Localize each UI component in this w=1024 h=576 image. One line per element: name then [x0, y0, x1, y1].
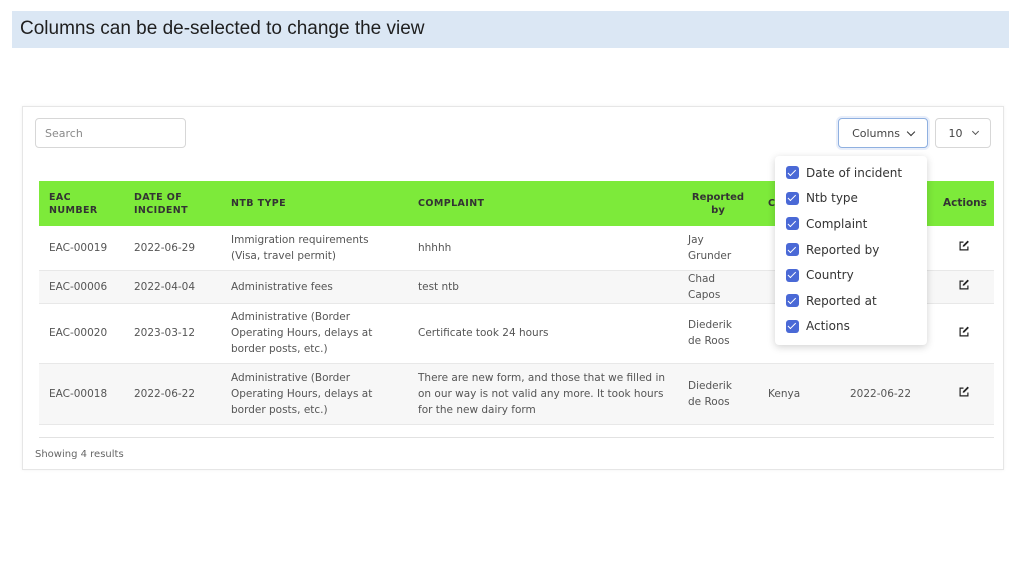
- columns-toggle-button[interactable]: Columns: [838, 118, 928, 148]
- column-toggle-actions[interactable]: Actions: [775, 314, 927, 340]
- column-toggle-label: Country: [806, 268, 854, 283]
- cell-ntb-type: Administrative fees: [221, 270, 408, 304]
- column-toggle-reported-at[interactable]: Reported at: [775, 288, 927, 314]
- column-toggle-label: Reported at: [806, 293, 877, 308]
- search-input[interactable]: [35, 118, 186, 148]
- checkbox-checked-icon[interactable]: [786, 166, 799, 180]
- cell-reported-by: Chad Capos: [678, 270, 758, 304]
- column-toggle-reported-by[interactable]: Reported by: [775, 237, 927, 263]
- checkbox-checked-icon[interactable]: [786, 294, 799, 308]
- columns-dropdown-menu: Date of incident Ntb type Complaint Repo…: [775, 156, 927, 345]
- chevron-down-icon: [971, 127, 979, 136]
- cell-eac-number: EAC-00020: [39, 303, 124, 364]
- cell-complaint: test ntb: [408, 270, 678, 304]
- checkbox-checked-icon[interactable]: [786, 243, 799, 257]
- cell-actions: [933, 303, 994, 364]
- column-header-date-of-incident[interactable]: DATE OF INCIDENT: [124, 181, 221, 226]
- checkbox-checked-icon[interactable]: [786, 217, 799, 231]
- column-header-reported-by[interactable]: Reported by: [678, 181, 758, 226]
- cell-reported-at: 2022-06-22: [840, 363, 933, 425]
- edit-icon[interactable]: [958, 385, 970, 397]
- checkbox-checked-icon[interactable]: [786, 268, 799, 282]
- cell-ntb-type: Administrative (Border Operating Hours, …: [221, 303, 408, 364]
- slide-title: Columns can be de-selected to change the…: [20, 18, 425, 39]
- cell-complaint: Certificate took 24 hours: [408, 303, 678, 364]
- cell-reported-by: Diederik de Roos: [678, 303, 758, 364]
- column-header-actions: Actions: [943, 197, 987, 209]
- cell-date: 2022-06-22: [124, 363, 221, 425]
- column-header-eac-number[interactable]: EAC NUMBER: [39, 181, 124, 226]
- column-header-ntb-type[interactable]: NTB TYPE: [221, 181, 408, 226]
- cell-actions: [933, 270, 994, 304]
- chevron-down-icon: [906, 127, 916, 136]
- cell-reported-by: Diederik de Roos: [678, 363, 758, 425]
- cell-date: 2023-03-12: [124, 303, 221, 364]
- table-row: EAC-00018 2022-06-22 Administrative (Bor…: [39, 363, 994, 425]
- cell-ntb-type: Administrative (Border Operating Hours, …: [221, 363, 408, 425]
- cell-ntb-type: Immigration requirements (Visa, travel p…: [221, 226, 408, 271]
- column-toggle-complaint[interactable]: Complaint: [775, 211, 927, 237]
- edit-icon[interactable]: [958, 278, 970, 290]
- edit-icon[interactable]: [958, 325, 970, 337]
- column-toggle-label: Date of incident: [806, 165, 903, 180]
- cell-complaint: There are new form, and those that we fi…: [408, 363, 678, 425]
- cell-complaint: hhhhh: [408, 226, 678, 271]
- per-page-select[interactable]: 10: [935, 118, 991, 148]
- results-count: Showing 4 results: [35, 449, 124, 460]
- cell-country: Kenya: [758, 363, 840, 425]
- column-toggle-label: Reported by: [806, 242, 880, 257]
- cell-eac-number: EAC-00018: [39, 363, 124, 425]
- edit-icon[interactable]: [958, 239, 970, 251]
- column-toggle-label: Actions: [806, 319, 850, 334]
- cell-reported-by: Jay Grunder: [678, 226, 758, 271]
- cell-actions: [933, 226, 994, 271]
- column-header-complaint[interactable]: COMPLAINT: [408, 181, 678, 226]
- checkbox-checked-icon[interactable]: [786, 191, 799, 205]
- slide-title-banner: Columns can be de-selected to change the…: [12, 11, 1009, 48]
- cell-date: 2022-06-29: [124, 226, 221, 271]
- cell-eac-number: EAC-00006: [39, 270, 124, 304]
- column-toggle-label: Complaint: [806, 216, 868, 231]
- checkbox-checked-icon[interactable]: [786, 319, 799, 333]
- cell-actions: [933, 363, 994, 425]
- column-toggle-date-of-incident[interactable]: Date of incident: [775, 160, 927, 186]
- column-toggle-ntb-type[interactable]: Ntb type: [775, 186, 927, 212]
- cell-date: 2022-04-04: [124, 270, 221, 304]
- cell-eac-number: EAC-00019: [39, 226, 124, 271]
- per-page-value: 10: [948, 126, 963, 140]
- column-toggle-label: Ntb type: [806, 191, 858, 206]
- columns-button-label: Columns: [852, 126, 900, 140]
- column-toggle-country[interactable]: Country: [775, 262, 927, 288]
